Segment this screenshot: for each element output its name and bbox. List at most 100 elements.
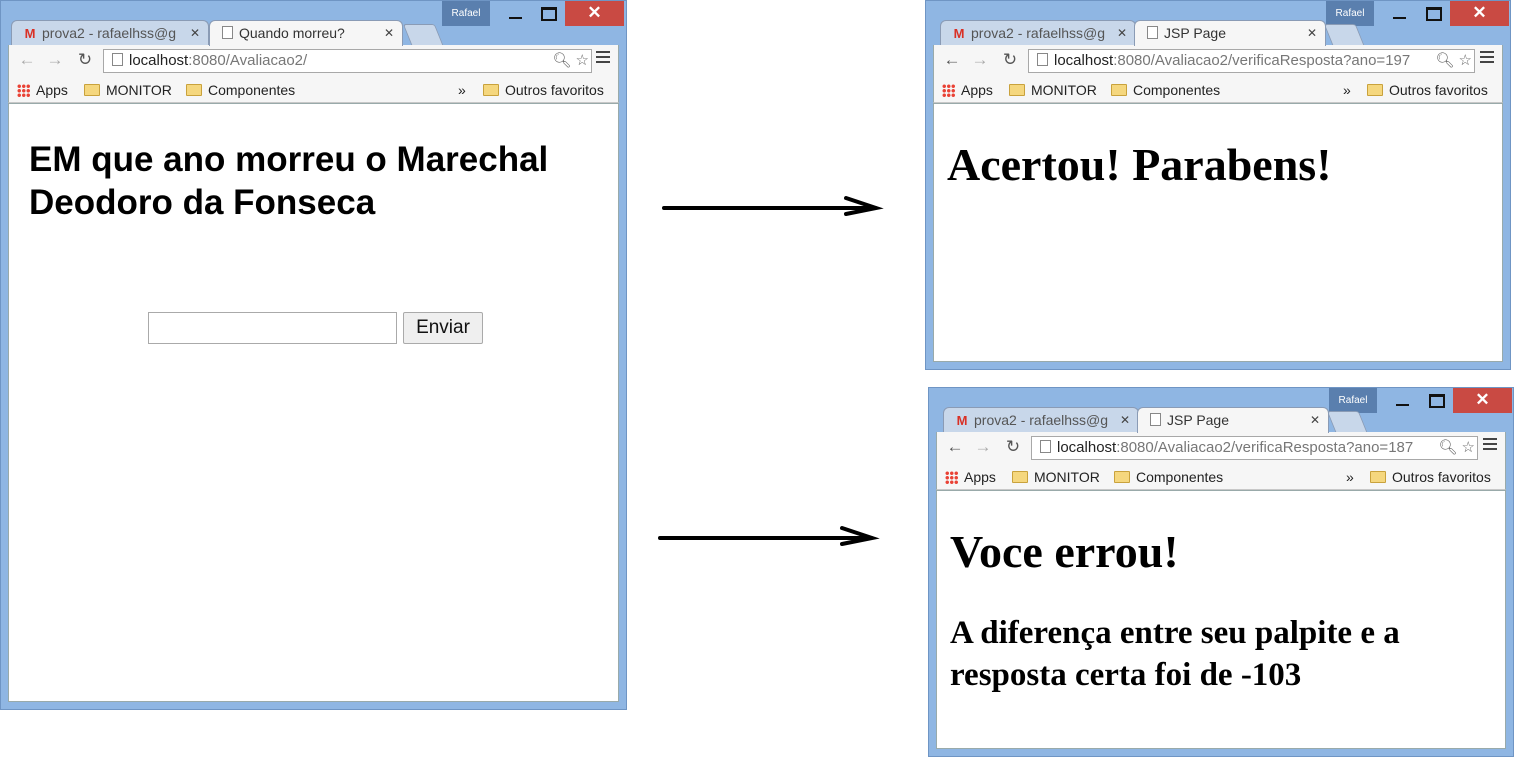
star-icon[interactable]: ☆ xyxy=(576,52,589,69)
bookmarks-bar: Apps MONITOR Componentes » Outros favori… xyxy=(933,77,1503,103)
tab-close-icon[interactable]: ✕ xyxy=(1310,408,1320,433)
address-bar[interactable]: localhost:8080/Avaliacao2/ 🔍︎ ☆ xyxy=(103,49,592,73)
apps-icon xyxy=(942,84,955,97)
bookmark-monitor[interactable]: MONITOR xyxy=(1012,464,1100,490)
address-bar[interactable]: localhost:8080/Avaliacao2/verificaRespos… xyxy=(1031,436,1478,460)
bookmark-componentes[interactable]: Componentes xyxy=(186,77,295,103)
menu-icon[interactable] xyxy=(596,51,610,65)
bookmark-label: MONITOR xyxy=(1031,82,1097,98)
page-icon xyxy=(1150,413,1161,426)
url-host: localhost xyxy=(1054,52,1114,69)
reload-icon[interactable]: ↻ xyxy=(1003,437,1023,457)
bookmark-apps[interactable]: Apps xyxy=(942,77,993,103)
forward-icon[interactable]: → xyxy=(973,437,993,457)
back-icon[interactable]: ← xyxy=(17,50,37,70)
tab-gmail[interactable]: Mprova2 - rafaelhss@g ✕ xyxy=(940,20,1136,46)
user-badge[interactable]: Rafael xyxy=(1329,388,1377,413)
bookmark-label: MONITOR xyxy=(106,82,172,98)
bookmark-outros-favoritos[interactable]: Outros favoritos xyxy=(1370,464,1491,490)
tab-jsp-page[interactable]: JSP Page ✕ xyxy=(1134,20,1326,46)
tab-close-icon[interactable]: ✕ xyxy=(190,21,200,46)
menu-icon[interactable] xyxy=(1483,438,1497,452)
close-button[interactable]: ✕ xyxy=(565,1,624,26)
browser-window-wrong: Rafael ✕ Mprova2 - rafaelhss@g ✕ JSP Pag… xyxy=(928,387,1514,757)
bookmark-componentes[interactable]: Componentes xyxy=(1111,77,1220,103)
apps-icon xyxy=(945,471,958,484)
back-icon[interactable]: ← xyxy=(945,437,965,457)
minimize-button[interactable] xyxy=(1385,388,1419,413)
page-content: Acertou! Parabens! xyxy=(933,103,1503,362)
arrow-to-correct xyxy=(662,196,884,216)
zoom-icon[interactable]: 🔍︎ xyxy=(1435,52,1454,69)
star-icon[interactable]: ☆ xyxy=(1462,439,1475,456)
url-path: :8080/Avaliacao2/ xyxy=(188,52,308,69)
url-host: localhost xyxy=(1057,439,1117,456)
page-icon xyxy=(1037,53,1048,66)
bookmark-label: MONITOR xyxy=(1034,469,1100,485)
bookmark-apps[interactable]: Apps xyxy=(17,77,68,103)
menu-icon[interactable] xyxy=(1480,51,1494,65)
folder-icon xyxy=(1009,84,1025,96)
submit-button[interactable]: Enviar xyxy=(403,312,483,344)
forward-icon[interactable]: → xyxy=(45,50,65,70)
back-icon[interactable]: ← xyxy=(942,50,962,70)
maximize-button[interactable] xyxy=(1419,388,1453,413)
bookmark-monitor[interactable]: MONITOR xyxy=(84,77,172,103)
bookmarks-overflow-button[interactable]: » xyxy=(458,77,466,103)
tab-close-icon[interactable]: ✕ xyxy=(1117,21,1127,46)
bookmark-label: Outros favoritos xyxy=(1389,82,1488,98)
apps-icon xyxy=(17,84,30,97)
url-path: :8080/Avaliacao2/verificaResposta?ano=18… xyxy=(1116,439,1414,456)
bookmark-componentes[interactable]: Componentes xyxy=(1114,464,1223,490)
tab-close-icon[interactable]: ✕ xyxy=(1307,21,1317,46)
tab-gmail[interactable]: Mprova2 - rafaelhss@g ✕ xyxy=(11,20,209,46)
bookmark-outros-favoritos[interactable]: Outros favoritos xyxy=(1367,77,1488,103)
tab-title: JSP Page xyxy=(1164,25,1227,41)
folder-icon xyxy=(1111,84,1127,96)
zoom-icon[interactable]: 🔍︎ xyxy=(552,52,571,69)
minimize-button[interactable] xyxy=(498,1,532,26)
bookmark-apps[interactable]: Apps xyxy=(945,464,996,490)
bookmark-label: Componentes xyxy=(208,82,296,98)
bookmark-label: Apps xyxy=(36,82,68,98)
reload-icon[interactable]: ↻ xyxy=(1000,50,1020,70)
bookmark-label: Apps xyxy=(964,469,996,485)
reload-icon[interactable]: ↻ xyxy=(75,50,95,70)
bookmark-label: Componentes xyxy=(1136,469,1224,485)
bookmark-monitor[interactable]: MONITOR xyxy=(1009,77,1097,103)
url-host: localhost xyxy=(129,52,189,69)
folder-icon xyxy=(84,84,100,96)
zoom-icon[interactable]: 🔍︎ xyxy=(1438,439,1457,456)
gmail-icon: M xyxy=(956,413,968,428)
user-badge[interactable]: Rafael xyxy=(442,1,490,26)
forward-icon[interactable]: → xyxy=(970,50,990,70)
user-badge[interactable]: Rafael xyxy=(1326,1,1374,26)
maximize-button[interactable] xyxy=(531,1,565,26)
page-content: EM que ano morreu o Marechal Deodoro da … xyxy=(8,103,619,702)
minimize-button[interactable] xyxy=(1382,1,1416,26)
close-button[interactable]: ✕ xyxy=(1453,388,1512,413)
tab-close-icon[interactable]: ✕ xyxy=(384,21,394,46)
maximize-button[interactable] xyxy=(1416,1,1450,26)
bookmark-label: Outros favoritos xyxy=(1392,469,1491,485)
tab-title: prova2 - rafaelhss@g xyxy=(974,412,1109,428)
toolbar: ← → ↻ localhost:8080/Avaliacao2/verifica… xyxy=(936,432,1506,464)
year-input[interactable] xyxy=(148,312,397,344)
browser-window-question: Rafael ✕ Mprova2 - rafaelhss@g ✕ Quando … xyxy=(0,0,627,710)
gmail-icon: M xyxy=(24,26,36,41)
result-heading: Acertou! Parabens! xyxy=(947,139,1332,190)
bookmark-outros-favoritos[interactable]: Outros favoritos xyxy=(483,77,604,103)
tab-gmail[interactable]: Mprova2 - rafaelhss@g ✕ xyxy=(943,407,1139,433)
bookmarks-overflow-button[interactable]: » xyxy=(1346,464,1354,490)
tab-close-icon[interactable]: ✕ xyxy=(1120,408,1130,433)
page-icon xyxy=(1040,440,1051,453)
tab-quando-morreu[interactable]: Quando morreu? ✕ xyxy=(209,20,403,46)
tab-jsp-page[interactable]: JSP Page ✕ xyxy=(1137,407,1329,433)
url-path: :8080/Avaliacao2/verificaResposta?ano=19… xyxy=(1113,52,1411,69)
star-icon[interactable]: ☆ xyxy=(1459,52,1472,69)
bookmarks-bar: Apps MONITOR Componentes » Outros favori… xyxy=(8,77,619,103)
address-bar[interactable]: localhost:8080/Avaliacao2/verificaRespos… xyxy=(1028,49,1475,73)
bookmarks-overflow-button[interactable]: » xyxy=(1343,77,1351,103)
folder-icon xyxy=(1367,84,1383,96)
close-button[interactable]: ✕ xyxy=(1450,1,1509,26)
